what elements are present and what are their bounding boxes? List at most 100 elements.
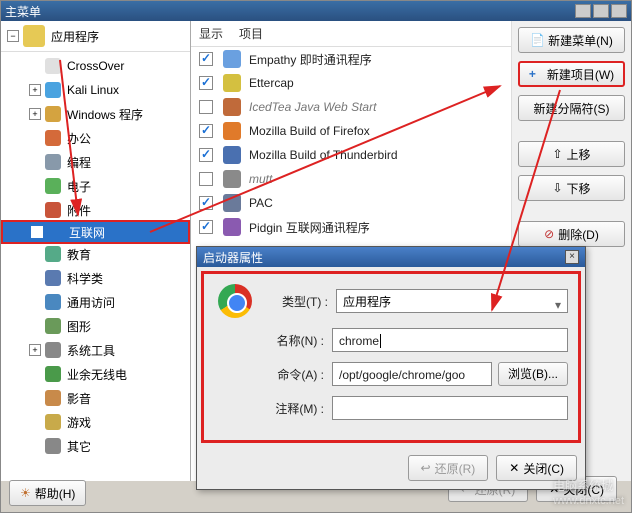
sidebar-item[interactable]: 科学类: [1, 266, 190, 290]
app-icon: [223, 74, 241, 92]
dialog-close-icon[interactable]: ×: [565, 250, 579, 264]
list-item[interactable]: PAC: [191, 191, 511, 215]
sidebar-item[interactable]: 通用访问: [1, 290, 190, 314]
sidebar-item[interactable]: 电子: [1, 174, 190, 198]
sidebar-item[interactable]: 其它: [1, 434, 190, 458]
expander-icon[interactable]: +: [29, 108, 41, 120]
move-up-button[interactable]: ⇧上移: [518, 141, 625, 167]
maximize-button[interactable]: [593, 4, 609, 18]
dialog-close-button[interactable]: ✕关闭(C): [496, 455, 577, 481]
category-icon: [45, 294, 61, 310]
show-checkbox[interactable]: [199, 196, 213, 210]
command-input[interactable]: /opt/google/chrome/goo: [332, 362, 492, 386]
name-label: 名称(N) :: [260, 332, 324, 349]
sidebar-item[interactable]: CrossOver: [1, 54, 190, 78]
col-item: 项目: [239, 25, 263, 42]
expander-icon[interactable]: −: [7, 30, 19, 42]
app-icon: [223, 98, 241, 116]
category-icon: [45, 366, 61, 382]
expander-icon[interactable]: +: [29, 344, 41, 356]
sidebar-item[interactable]: 互联网: [1, 220, 190, 244]
list-item[interactable]: mutt: [191, 167, 511, 191]
category-icon: [45, 342, 61, 358]
help-icon: ☀: [20, 486, 31, 500]
chrome-icon[interactable]: [218, 284, 252, 318]
list-item[interactable]: Ettercap: [191, 71, 511, 95]
sidebar-item-label: 附件: [67, 202, 91, 219]
sidebar-item-label: 通用访问: [67, 294, 115, 311]
category-icon: [45, 414, 61, 430]
show-checkbox[interactable]: [199, 100, 213, 114]
titlebar: 主菜单: [1, 1, 631, 21]
show-checkbox[interactable]: [199, 172, 213, 186]
sidebar-item-label: Windows 程序: [67, 106, 143, 123]
col-show: 显示: [199, 25, 239, 42]
show-checkbox[interactable]: [199, 220, 213, 234]
sidebar-item-label: 业余无线电: [67, 366, 127, 383]
app-label: PAC: [249, 196, 273, 210]
category-icon: [45, 318, 61, 334]
sidebar-item[interactable]: 图形: [1, 314, 190, 338]
sidebar-item[interactable]: + Windows 程序: [1, 102, 190, 126]
expander-icon: [29, 272, 41, 284]
app-label: Mozilla Build of Firefox: [249, 124, 370, 138]
type-label: 类型(T) :: [264, 293, 328, 310]
sidebar-item[interactable]: +Kali Linux: [1, 78, 190, 102]
expander-icon: [29, 204, 41, 216]
delete-button[interactable]: ⊘删除(D): [518, 221, 625, 247]
show-checkbox[interactable]: [199, 52, 213, 66]
new-menu-button[interactable]: 📄新建菜单(N): [518, 27, 625, 53]
sidebar-item[interactable]: 编程: [1, 150, 190, 174]
list-item[interactable]: IcedTea Java Web Start: [191, 95, 511, 119]
sidebar-item[interactable]: 附件: [1, 198, 190, 222]
arrow-up-icon: ⇧: [552, 147, 562, 161]
name-input[interactable]: chrome: [332, 328, 568, 352]
close-button[interactable]: [611, 4, 627, 18]
show-checkbox[interactable]: [199, 76, 213, 90]
app-label: Pidgin 互联网通讯程序: [249, 219, 370, 236]
type-select[interactable]: 应用程序: [336, 289, 568, 313]
expander-icon[interactable]: +: [29, 84, 41, 96]
dialog-title: 启动器属性: [203, 249, 263, 266]
sidebar-item-label: 教育: [67, 246, 91, 263]
expander-icon: [31, 226, 43, 238]
comment-input[interactable]: [332, 396, 568, 420]
expander-icon: [29, 60, 41, 72]
sidebar-item-label: 办公: [67, 130, 91, 147]
list-item[interactable]: Mozilla Build of Firefox: [191, 119, 511, 143]
expander-icon: [29, 132, 41, 144]
category-icon: [47, 224, 63, 240]
expander-icon: [29, 320, 41, 332]
category-icon: [45, 246, 61, 262]
sidebar-item[interactable]: +系统工具: [1, 338, 190, 362]
list-item[interactable]: Empathy 即时通讯程序: [191, 47, 511, 71]
new-separator-button[interactable]: 新建分隔符(S): [518, 95, 625, 121]
new-item-button[interactable]: +新建项目(W): [518, 61, 625, 87]
comment-label: 注释(M) :: [260, 400, 324, 417]
minimize-button[interactable]: [575, 4, 591, 18]
delete-icon: ⊘: [544, 227, 554, 241]
app-icon: [223, 146, 241, 164]
dialog-revert-button[interactable]: ↩还原(R): [408, 455, 489, 481]
app-icon: [223, 194, 241, 212]
list-item[interactable]: Pidgin 互联网通讯程序: [191, 215, 511, 239]
sidebar-item[interactable]: 游戏: [1, 410, 190, 434]
browse-button[interactable]: 浏览(B)...: [498, 362, 568, 386]
help-button[interactable]: ☀帮助(H): [9, 480, 86, 506]
apps-icon: [23, 25, 45, 47]
plus-icon: +: [529, 67, 543, 81]
sidebar-item[interactable]: 业余无线电: [1, 362, 190, 386]
sidebar-item-label: CrossOver: [67, 59, 124, 73]
show-checkbox[interactable]: [199, 124, 213, 138]
move-down-button[interactable]: ⇩下移: [518, 175, 625, 201]
sidebar-item[interactable]: 办公: [1, 126, 190, 150]
app-label: Empathy 即时通讯程序: [249, 51, 372, 68]
list-item[interactable]: Mozilla Build of Thunderbird: [191, 143, 511, 167]
sidebar-item[interactable]: 影音: [1, 386, 190, 410]
app-icon: [223, 170, 241, 188]
sidebar-item[interactable]: 教育: [1, 242, 190, 266]
sidebar-item-label: 其它: [67, 438, 91, 455]
dialog-titlebar: 启动器属性 ×: [197, 247, 585, 267]
expander-icon: [29, 248, 41, 260]
show-checkbox[interactable]: [199, 148, 213, 162]
